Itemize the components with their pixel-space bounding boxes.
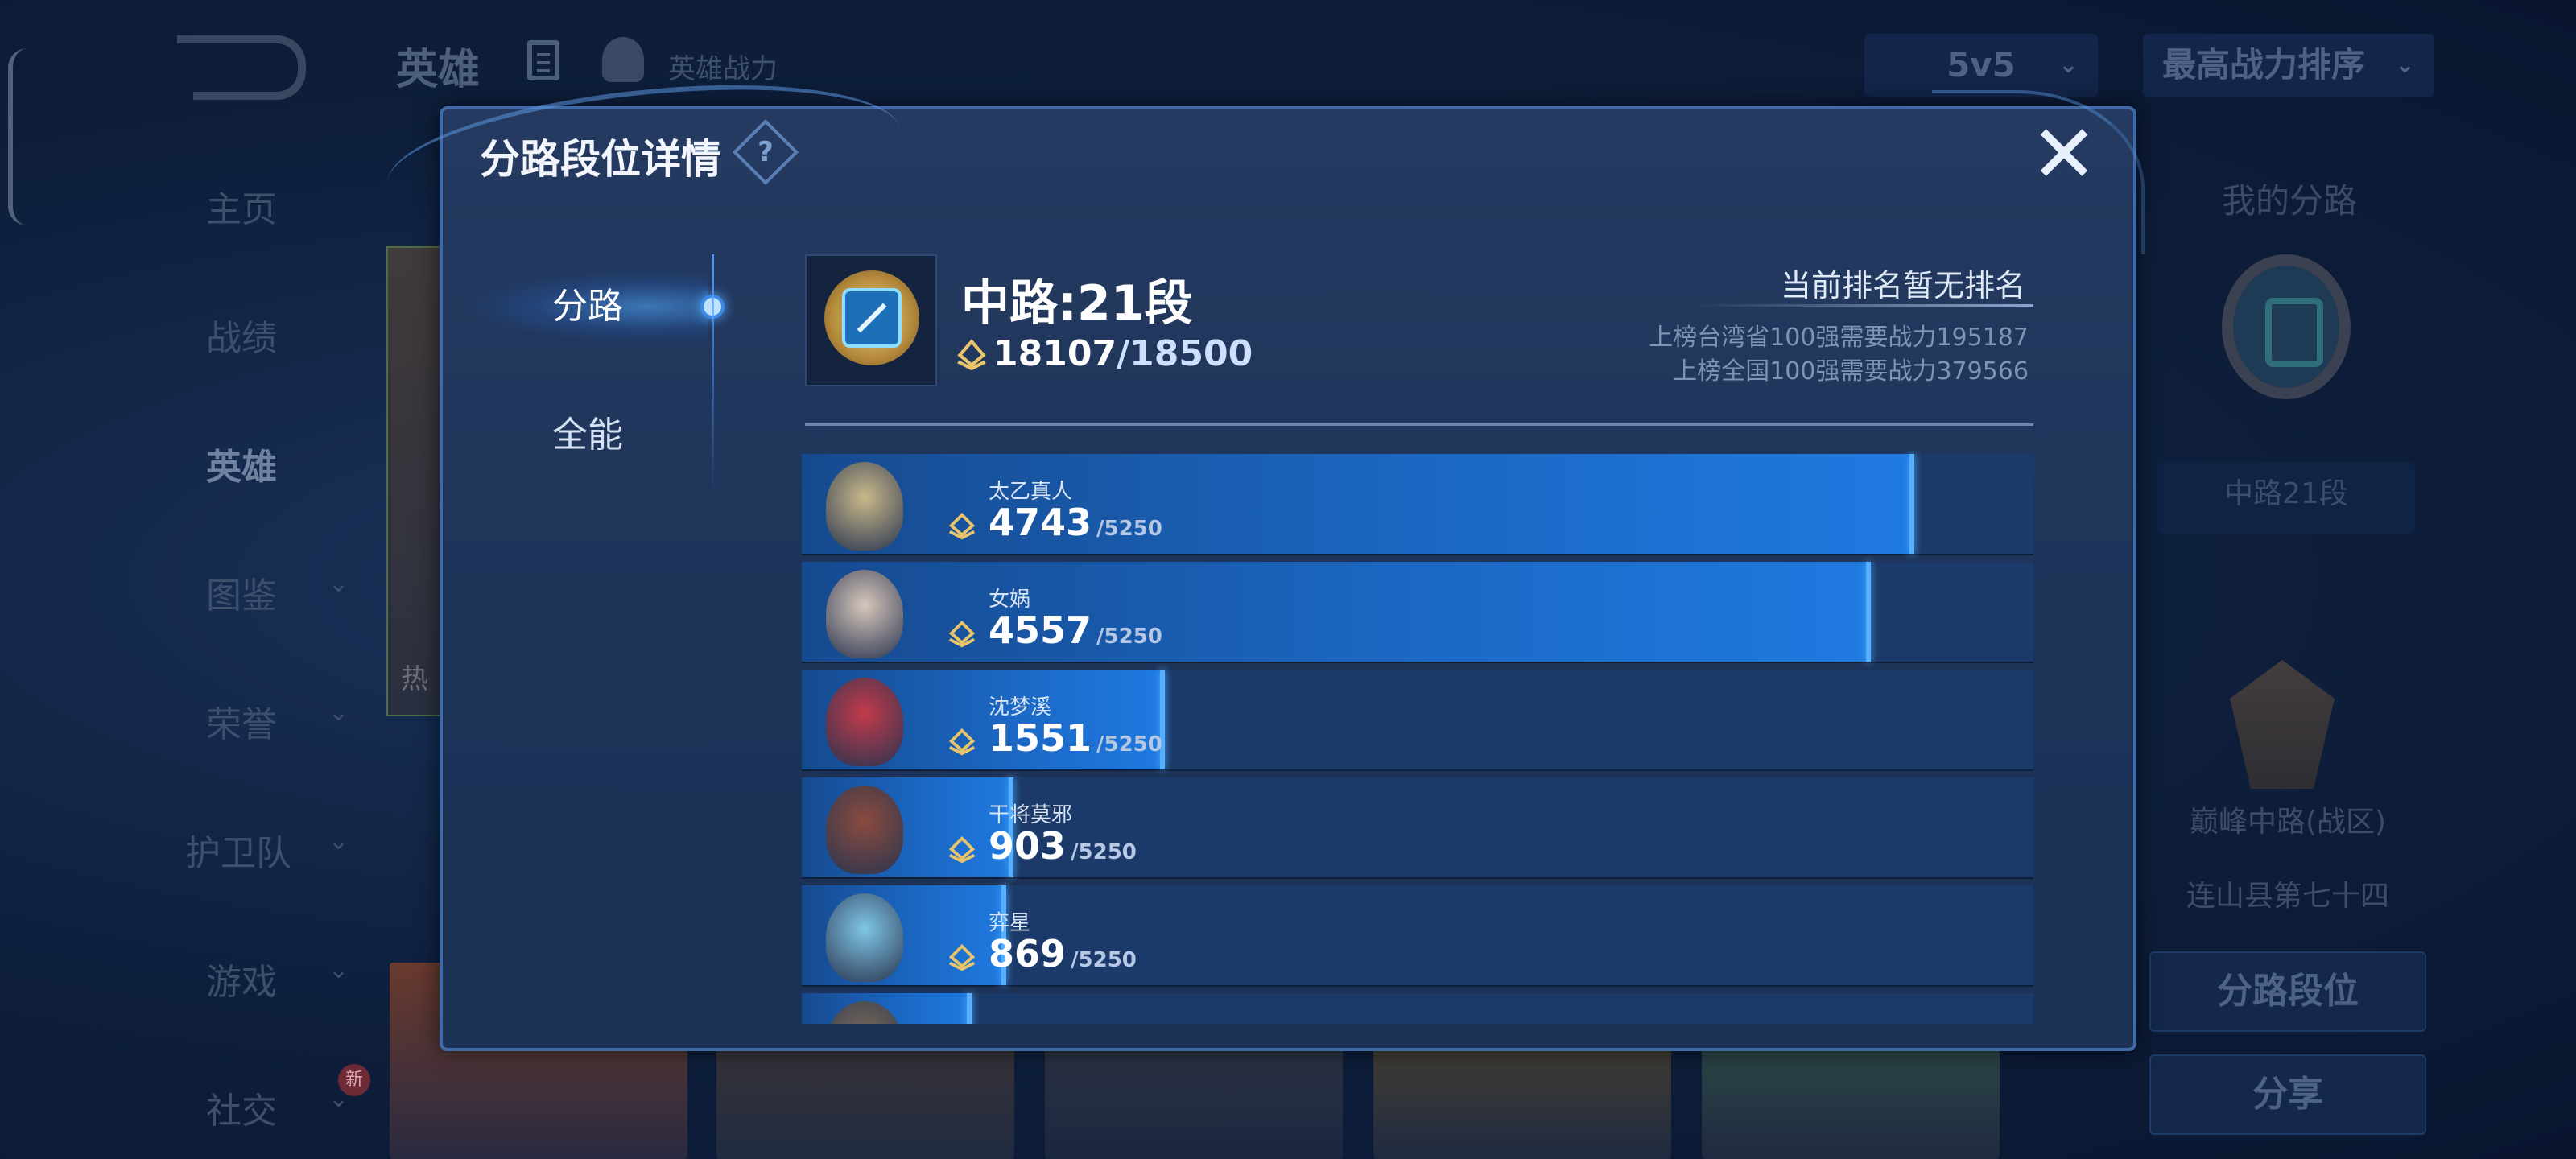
hero-power-current: 1551 [989, 716, 1092, 760]
sidebar-item-label: 游戏 [206, 962, 277, 1003]
hero-portrait [802, 562, 942, 662]
chevron-down-icon: ⌄ [328, 956, 349, 984]
hero-face [826, 678, 903, 766]
tab-lane[interactable]: 分路 [467, 270, 708, 343]
hero-row[interactable]: 沈梦溪 1551/5250 [802, 670, 2033, 771]
document-icon[interactable] [527, 40, 559, 80]
page-title: 英雄 [396, 46, 481, 94]
hero-portrait [802, 885, 942, 985]
my-lane-title: 我的分路 [2222, 181, 2358, 221]
hero-power-max: /5250 [1071, 840, 1137, 864]
peak-lane-label: 巅峰中路(战区) [2190, 806, 2387, 839]
mode-dropdown-value: 5v5 [1946, 45, 2016, 85]
hero-portrait [802, 993, 942, 1024]
mid-lane-icon [842, 288, 902, 348]
hero-row[interactable]: 弈星 869/5250 [802, 885, 2033, 987]
sidebar-item-codex[interactable]: 图鉴 ⌄ [145, 559, 386, 623]
back-button[interactable] [177, 35, 306, 100]
sidebar-item-label: 护卫队 [185, 833, 291, 874]
sidebar-item-guard[interactable]: 护卫队 ⌄ [145, 816, 386, 881]
hero-power-icon[interactable] [602, 37, 644, 82]
sort-dropdown-value: 最高战力排序 [2162, 45, 2366, 85]
hero-face [826, 786, 903, 874]
hero-power-current: 4557 [989, 608, 1092, 652]
power-score-icon [948, 513, 976, 540]
lane-badge-icon [2222, 254, 2351, 399]
power-score-icon [948, 944, 976, 971]
sidebar-item-honor[interactable]: 荣誉 ⌄ [145, 687, 386, 752]
sidebar-item-home[interactable]: 主页 [145, 172, 386, 237]
sidebar-item-label: 荣誉 [206, 704, 277, 745]
sidebar-item-label: 英雄 [206, 447, 277, 488]
tabs-divider [712, 254, 714, 496]
power-score-icon [948, 836, 976, 864]
sidebar-item-label: 图鉴 [206, 575, 277, 617]
chevron-down-icon: ⌄ [328, 699, 349, 727]
hero-face [826, 893, 903, 982]
lane-score: 18107/18500 [993, 333, 1253, 374]
section-divider [805, 423, 2033, 426]
hero-portrait [802, 670, 942, 769]
chevron-down-icon: ⌄ [2394, 51, 2415, 79]
help-glyph: ? [758, 136, 774, 168]
hero-power-value: 903/5250 [989, 824, 1137, 868]
new-badge: 新 [338, 1064, 370, 1096]
hero-power-current: 903 [989, 824, 1067, 868]
hero-portrait [802, 454, 942, 554]
hero-row[interactable]: 女娲 4557/5250 [802, 562, 2033, 663]
hero-power-value: 4557/5250 [989, 608, 1162, 652]
current-rank-status: 当前排名暂无排名 [1781, 268, 2026, 303]
hero-card-label: 热 [401, 663, 428, 695]
hero-power-value: 1551/5250 [989, 716, 1162, 760]
hero-row[interactable]: 干将莫邪 903/5250 [802, 777, 2033, 879]
sidebar-item-social[interactable]: 社交 ⌄ 新 [145, 1064, 386, 1138]
hero-power-max: /5250 [1071, 948, 1137, 972]
sidebar-item-heroes[interactable]: 英雄 [145, 430, 386, 494]
hero-power-current: 869 [989, 932, 1067, 975]
dialog-title: 分路段位详情 [480, 136, 721, 183]
hero-power-value: 869/5250 [989, 932, 1137, 975]
hero-portrait [802, 777, 942, 877]
power-score-icon [948, 728, 976, 756]
hero-power-link[interactable]: 英雄战力 [668, 47, 778, 86]
hero-row[interactable] [802, 993, 2033, 1024]
sort-dropdown[interactable]: 最高战力排序 ⌄ [2143, 34, 2434, 97]
sidebar-item-games[interactable]: 游戏 ⌄ [145, 945, 386, 1009]
rank-underline [1690, 304, 2033, 307]
side-edge-handle[interactable] [8, 48, 27, 225]
lane-score-current: 18107 [993, 333, 1117, 374]
my-lane-rank: 中路21段 [2157, 462, 2415, 534]
mid-lane-rank-icon [805, 254, 937, 386]
region-rank-label: 连山县第七十四 [2186, 880, 2390, 913]
chevron-down-icon: ⌄ [328, 827, 349, 856]
hero-power-current: 4743 [989, 501, 1092, 544]
sidebar-item-record[interactable]: 战绩 [145, 301, 386, 365]
chevron-down-icon: ⌄ [328, 570, 349, 598]
hero-power-max: /5250 [1096, 625, 1162, 649]
power-score-icon [957, 339, 986, 370]
sidebar-item-label: 主页 [206, 189, 277, 230]
national-rank-requirement: 上榜全国100强需要战力379566 [1673, 357, 2029, 386]
mode-dropdown[interactable]: 5v5 ⌄ [1864, 34, 2098, 97]
hero-face [826, 570, 903, 658]
hero-face [826, 462, 903, 551]
hero-power-value: 4743/5250 [989, 501, 1162, 544]
sidebar-item-label: 战绩 [206, 318, 277, 359]
lane-rank-button[interactable]: 分路段位 [2149, 951, 2426, 1032]
sidebar-item-label: 社交 [206, 1091, 277, 1132]
hero-row[interactable]: 太乙真人 4743/5250 [802, 454, 2033, 555]
lane-score-target: /18500 [1117, 333, 1253, 374]
lane-rank-title: 中路:21段 [961, 275, 1193, 332]
share-button[interactable]: 分享 [2149, 1054, 2426, 1135]
province-rank-requirement: 上榜台湾省100强需要战力195187 [1649, 324, 2029, 352]
hero-face [826, 1001, 903, 1024]
tab-all-round[interactable]: 全能 [467, 399, 708, 472]
hero-card[interactable] [386, 246, 443, 716]
hero-power-max: /5250 [1096, 732, 1162, 757]
power-score-icon [948, 621, 976, 648]
hero-power-list[interactable]: 太乙真人 4743/5250 女娲 4557/5250 沈梦溪 1551/525… [802, 451, 2033, 1024]
hero-power-max: /5250 [1096, 517, 1162, 541]
chevron-down-icon: ⌄ [2058, 51, 2079, 79]
close-button[interactable]: ✕ [2030, 114, 2098, 195]
